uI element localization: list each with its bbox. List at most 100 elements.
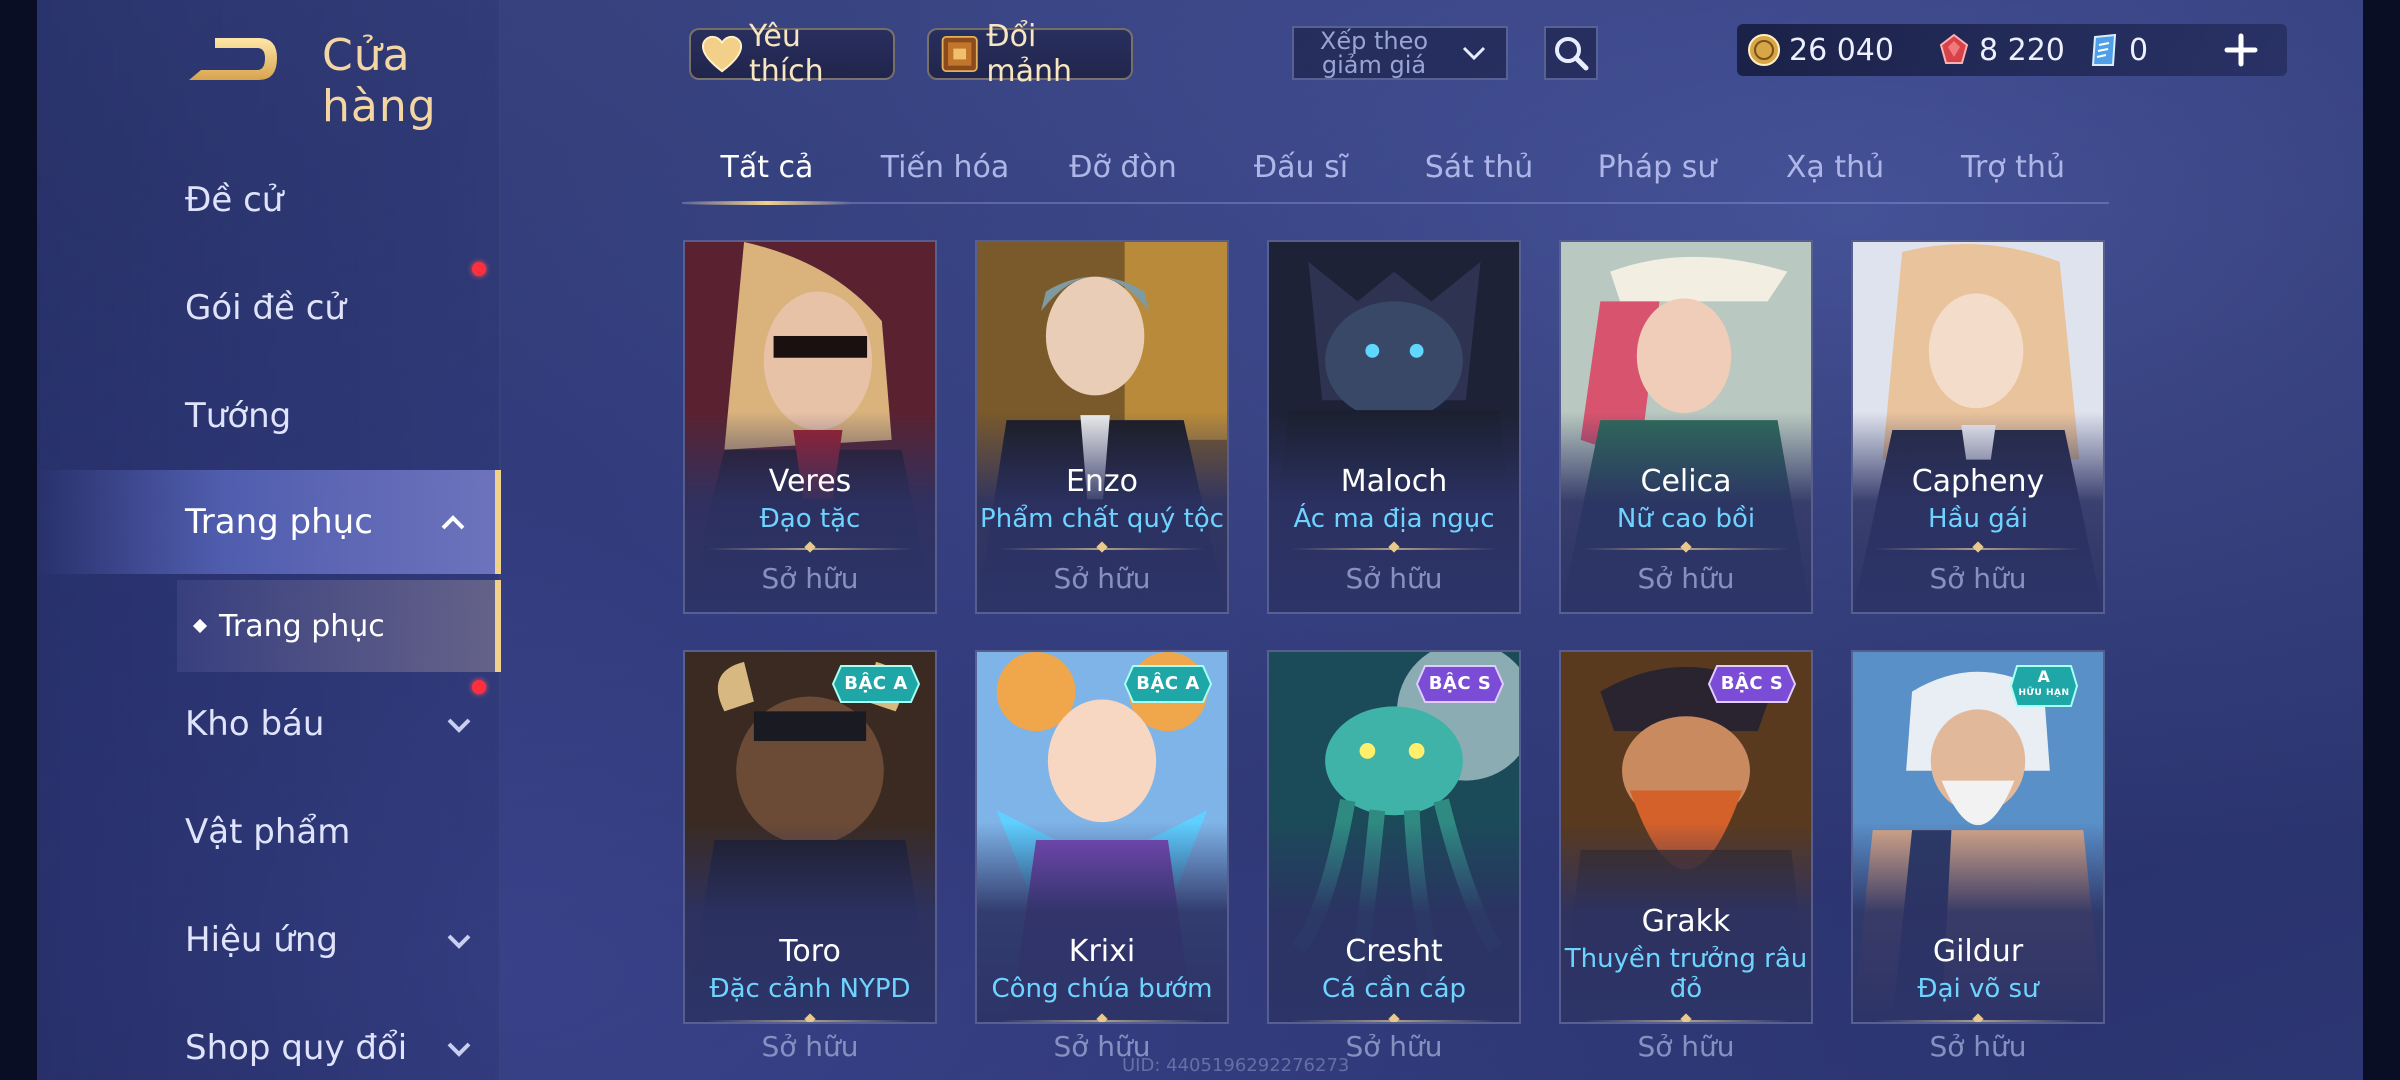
- chevron-down-icon: [447, 1042, 471, 1057]
- notification-dot: [472, 262, 486, 276]
- skin-name: Đặc cảnh NYPD: [709, 974, 911, 1004]
- page-title: Cửa hàng: [322, 30, 437, 132]
- skin-name: Thuyền trưởng râu đỏ: [1564, 944, 1808, 1004]
- add-currency-button[interactable]: [2221, 30, 2261, 70]
- hero-name: Grakk: [1641, 904, 1731, 939]
- ruby-gem-icon: [1939, 33, 1969, 64]
- fragment-card-icon: [941, 35, 978, 73]
- back-button[interactable]: [185, 30, 281, 90]
- sidebar-item-heroes[interactable]: Tướng: [37, 364, 501, 468]
- exchange-fragments-button[interactable]: Đổi mảnh: [927, 19, 1133, 89]
- skin-name: Đạo tặc: [759, 504, 861, 534]
- category-tabs: Tất cả Tiến hóa Đỡ đòn Đấu sĩ Sát thủ Ph…: [682, 140, 2109, 205]
- tab-support[interactable]: Trợ thủ: [1928, 140, 2098, 202]
- notification-dot: [472, 680, 486, 694]
- owned-status: Sở hữu: [761, 562, 859, 595]
- sidebar-subitem-skins[interactable]: Trang phục: [177, 580, 501, 672]
- skin-card-grakk[interactable]: BẬC S Grakk Thuyền trưởng râu đỏ: [1559, 650, 1813, 1024]
- skin-card-capheny[interactable]: Capheny Hầu gái Sở hữu: [1851, 240, 2105, 614]
- gold-balance: 26 040: [1747, 24, 1894, 76]
- category-sidebar: Cửa hàng Đề cử Gói đề cử Tướng Trang phụ…: [37, 0, 501, 1080]
- sidebar-item-recommended[interactable]: Đề cử: [37, 148, 501, 252]
- exchange-fragments-label: Đổi mảnh: [986, 19, 1073, 89]
- sort-dropdown-value: Xếp theo giảm giá: [1319, 27, 1429, 79]
- sidebar-item-exchange-shop[interactable]: Shop quy đổi: [37, 996, 501, 1080]
- sidebar-subitem-label: Trang phục: [219, 608, 385, 644]
- owned-status: Sở hữu: [1929, 562, 2027, 595]
- chevron-up-icon: [441, 515, 465, 530]
- owned-status: Sở hữu: [1637, 1030, 1735, 1063]
- card-divider: [707, 548, 913, 550]
- tier-badge: A HỮU HẠN: [2009, 664, 2079, 707]
- tab-assassin[interactable]: Sát thủ: [1394, 140, 1564, 202]
- chevron-down-icon: [447, 934, 471, 949]
- sidebar-item-items[interactable]: Vật phẩm: [37, 780, 501, 884]
- card-divider: [1583, 1020, 1789, 1022]
- hero-name: Celica: [1640, 464, 1732, 499]
- card-divider: [999, 548, 1205, 550]
- back-arrow-icon: [189, 38, 277, 80]
- letterbox-left: [0, 0, 37, 1080]
- tier-badge: BẬC S: [1415, 664, 1505, 704]
- skin-card-maloch[interactable]: Maloch Ác ma địa ngục Sở hữu: [1267, 240, 1521, 614]
- card-divider: [999, 1020, 1205, 1022]
- tab-mage[interactable]: Pháp sư: [1572, 140, 1742, 202]
- skin-card-toro[interactable]: BẬC A Toro Đặc cảnh NYPD: [683, 650, 937, 1024]
- card-divider: [1875, 548, 2081, 550]
- search-button[interactable]: [1544, 26, 1598, 80]
- sidebar-item-label: Shop quy đổi: [185, 1028, 408, 1068]
- owned-status: Sở hữu: [761, 1030, 859, 1063]
- sidebar-item-skins[interactable]: Trang phục: [37, 470, 501, 574]
- card-divider: [1291, 548, 1497, 550]
- favorites-button[interactable]: Yêu thích: [689, 19, 895, 89]
- sidebar-item-effects[interactable]: Hiệu ứng: [37, 888, 501, 992]
- tab-tank[interactable]: Đỡ đòn: [1038, 140, 1208, 202]
- tab-all[interactable]: Tất cả: [682, 140, 852, 205]
- tier-badge-label: A: [2037, 667, 2051, 686]
- sidebar-item-label: Gói đề cử: [185, 288, 346, 328]
- hero-name: Cresht: [1345, 934, 1443, 969]
- ruby-balance: 8 220: [1937, 24, 2065, 76]
- sidebar-item-label: Kho báu: [185, 704, 325, 744]
- chevron-down-icon: [447, 718, 471, 733]
- sidebar-item-treasure[interactable]: Kho báu: [37, 672, 501, 776]
- sort-dropdown[interactable]: Xếp theo giảm giá: [1292, 26, 1508, 80]
- hero-name: Capheny: [1911, 464, 2045, 499]
- skin-card-gildur[interactable]: A HỮU HẠN Gildur Đại võ sư: [1851, 650, 2105, 1024]
- user-id-watermark: UID: 4405196292276273: [1122, 1055, 1350, 1076]
- sidebar-item-recommended-bundles[interactable]: Gói đề cử: [37, 256, 501, 360]
- skin-card-enzo[interactable]: Enzo Phẩm chất quý tộc Sở hữu: [975, 240, 1229, 614]
- tab-evolution[interactable]: Tiến hóa: [860, 140, 1030, 202]
- tab-marksman[interactable]: Xạ thủ: [1750, 140, 1920, 202]
- search-icon: [1555, 37, 1589, 71]
- hero-name: Veres: [768, 464, 852, 499]
- chevron-down-icon: [1462, 46, 1486, 61]
- card-divider: [1583, 548, 1789, 550]
- tab-fighter[interactable]: Đấu sĩ: [1216, 140, 1386, 202]
- tier-badge-label: BẬC S: [1720, 673, 1784, 694]
- voucher-icon: [2091, 33, 2117, 66]
- tier-badge-label: BẬC A: [844, 673, 908, 694]
- shop-screen: Cửa hàng Đề cử Gói đề cử Tướng Trang phụ…: [37, 0, 2363, 1080]
- sidebar-item-label: Vật phẩm: [185, 812, 351, 852]
- card-divider: [1875, 1020, 2081, 1022]
- skin-card-veres[interactable]: Veres Đạo tặc Sở hữu: [683, 240, 937, 614]
- tier-badge: BẬC S: [1707, 664, 1797, 704]
- letterbox-right: [2363, 0, 2400, 1080]
- skin-card-krixi[interactable]: BẬC A Krixi Công chúa bướm: [975, 650, 1229, 1024]
- owned-status: Sở hữu: [1053, 562, 1151, 595]
- skin-card-cresht[interactable]: BẬC S Cresht Cá cần cáp: [1267, 650, 1521, 1024]
- heart-icon: [701, 35, 743, 73]
- card-divider: [1291, 1020, 1497, 1022]
- gold-coin-icon: [1748, 34, 1780, 66]
- hero-name: Maloch: [1340, 464, 1448, 499]
- skin-name: Nữ cao bồi: [1616, 504, 1756, 534]
- sidebar-item-label: Trang phục: [185, 502, 373, 542]
- skin-name: Cá cần cáp: [1321, 974, 1467, 1004]
- skin-card-celica[interactable]: Celica Nữ cao bồi Sở hữu: [1559, 240, 1813, 614]
- hero-name: Enzo: [1065, 464, 1139, 499]
- tier-badge-label: BẬC S: [1428, 673, 1492, 694]
- voucher-value: 0: [2129, 32, 2149, 68]
- voucher-balance: 0: [2087, 24, 2148, 76]
- owned-status: Sở hữu: [1345, 562, 1443, 595]
